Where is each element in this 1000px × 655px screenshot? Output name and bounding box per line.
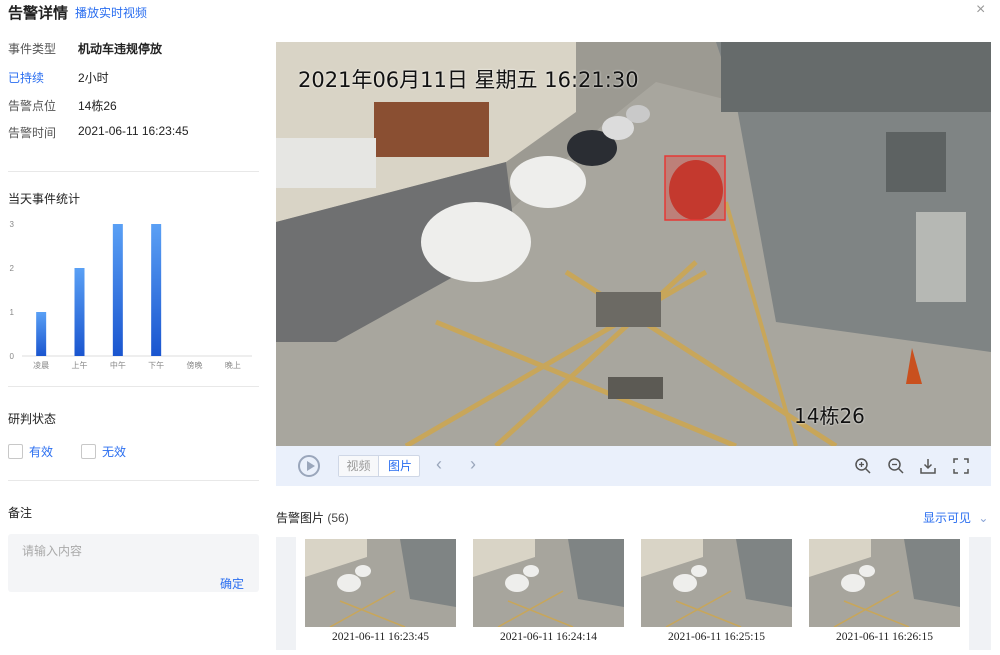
gallery-count: (56) (327, 511, 349, 525)
alert-video-frame[interactable]: 2021年06月11日 星期五 16:21:30 14栋26 (276, 42, 991, 446)
checkbox-box[interactable] (81, 444, 96, 459)
judge-title: 研判状态 (8, 412, 57, 426)
y-tick-label: 3 (10, 220, 15, 229)
chart-bar (112, 224, 123, 356)
thumb-timestamp: 2021-06-11 16:26:15 (836, 631, 933, 643)
thumb-image (305, 539, 456, 627)
location-value: 14栋26 (78, 99, 117, 113)
alert-time-label: 告警时间 (8, 126, 57, 140)
play-icon[interactable] (298, 455, 320, 477)
event-type-value: 机动车违规停放 (78, 42, 163, 56)
y-tick-label: 2 (10, 264, 15, 273)
video-toolbar: 视频 图片 ‹ › (276, 446, 991, 486)
y-tick-label: 1 (10, 308, 15, 317)
gallery-track: 2021-06-11 16:23:45 2021-06-11 16:24:14 (296, 537, 969, 650)
gallery-thumb[interactable]: 2021-06-11 16:25:15 (641, 539, 792, 647)
duration-value: 2小时 (78, 71, 109, 85)
next-icon[interactable]: › (470, 454, 476, 475)
chart-bar (36, 312, 47, 356)
x-tick-label: 晚上 (225, 360, 241, 370)
osd-timestamp: 2021年06月11日 星期五 16:21:30 (298, 68, 639, 92)
x-tick-label: 凌晨 (33, 360, 49, 370)
media-type-toggle: 视频 图片 (338, 455, 420, 477)
play-live-video-link[interactable]: 播放实时视频 (75, 4, 147, 21)
thumb-image (641, 539, 792, 627)
tab-image[interactable]: 图片 (380, 456, 420, 476)
gallery-strip[interactable]: 2021-06-11 16:23:45 2021-06-11 16:24:14 (276, 537, 991, 650)
thumb-timestamp: 2021-06-11 16:25:15 (668, 631, 765, 643)
divider (8, 171, 259, 172)
prev-icon[interactable]: ‹ (436, 454, 442, 475)
checkbox-box[interactable] (8, 444, 23, 459)
daily-event-chart: 0 1 2 3 凌晨 上午 中午 下午 傍晚 晚上 (10, 220, 252, 370)
thumb-timestamp: 2021-06-11 16:24:14 (500, 631, 597, 643)
alert-bounding-box (664, 155, 726, 221)
header: 告警详情 播放实时视频 × (0, 0, 1000, 24)
chart-bar (151, 224, 162, 356)
remark-title: 备注 (8, 506, 33, 520)
invalid-label: 无效 (102, 445, 127, 459)
duration-label: 已持续 (8, 71, 45, 85)
gallery-title-text: 告警图片 (276, 511, 325, 525)
remark-box: 确定 (8, 534, 259, 592)
tab-video[interactable]: 视频 (339, 456, 379, 476)
thumb-image (809, 539, 960, 627)
zoom-out-icon[interactable] (887, 457, 905, 475)
event-type-label: 事件类型 (8, 42, 57, 56)
divider (8, 480, 259, 481)
gallery-thumb[interactable]: 2021-06-11 16:24:14 (473, 539, 624, 647)
gallery-title: 告警图片 (56) (276, 509, 349, 526)
x-tick-label: 下午 (148, 360, 164, 370)
left-panel: 事件类型 机动车违规停放 已持续 2小时 告警点位 14栋26 告警时间 202… (0, 30, 262, 655)
show-visible-dropdown[interactable]: 显示可见 ⌄ (923, 509, 988, 526)
x-tick-label: 上午 (72, 360, 88, 370)
osd-location: 14栋26 (794, 404, 865, 428)
remark-input[interactable] (22, 542, 222, 560)
fullscreen-icon[interactable] (952, 457, 970, 475)
location-label: 告警点位 (8, 99, 57, 113)
chevron-down-icon: ⌄ (978, 511, 989, 525)
download-icon[interactable] (919, 457, 937, 475)
show-visible-label: 显示可见 (923, 511, 972, 525)
confirm-button[interactable]: 确定 (220, 575, 244, 592)
alert-time-value: 2021-06-11 16:23:45 (78, 124, 189, 138)
y-tick-label: 0 (10, 352, 15, 361)
divider (8, 386, 259, 387)
street-scene-image (276, 42, 991, 446)
close-icon[interactable]: × (976, 1, 985, 19)
gallery-thumb[interactable]: 2021-06-11 16:23:45 (305, 539, 456, 647)
chart-bar (74, 268, 85, 356)
x-tick-label: 中午 (110, 360, 126, 370)
thumb-image (473, 539, 624, 627)
gallery-thumb[interactable]: 2021-06-11 16:26:15 (809, 539, 960, 647)
zoom-in-icon[interactable] (854, 457, 872, 475)
valid-label: 有效 (29, 445, 54, 459)
stats-title: 当天事件统计 (8, 192, 81, 206)
thumb-timestamp: 2021-06-11 16:23:45 (332, 631, 429, 643)
x-tick-label: 傍晚 (187, 360, 203, 370)
page-title: 告警详情 (8, 5, 69, 22)
